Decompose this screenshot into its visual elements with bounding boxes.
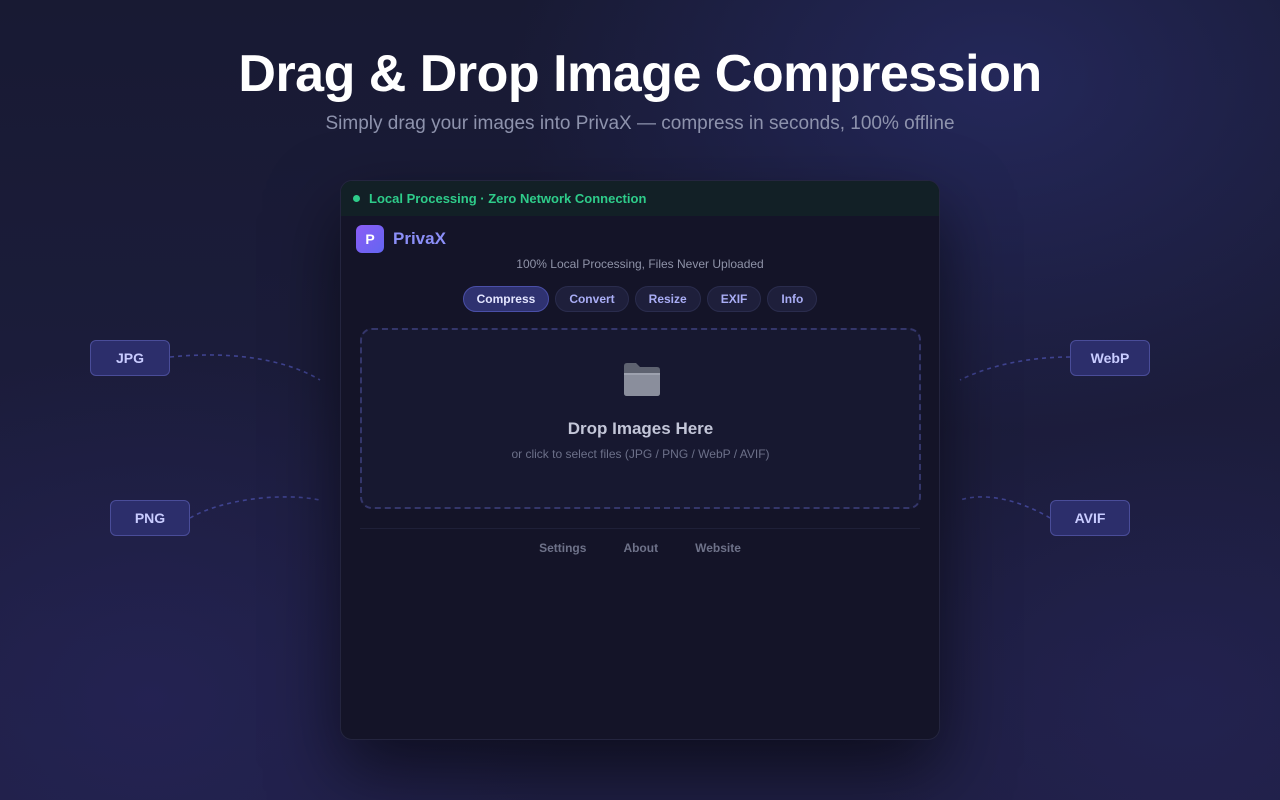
format-tag-avif: AVIF (1050, 500, 1130, 536)
hero-subtitle: Simply drag your images into PrivaX — co… (325, 113, 955, 134)
logo-letter: P (365, 231, 375, 247)
footer-link-settings[interactable]: Settings (539, 541, 586, 555)
tab-convert[interactable]: Convert (555, 286, 629, 312)
connector-png (189, 496, 321, 519)
tab-exif[interactable]: EXIF (706, 286, 762, 312)
status-bar: Local Processing · Zero Network Connecti… (341, 181, 939, 216)
tagline: 100% Local Processing, Files Never Uploa… (516, 257, 764, 271)
format-tag-jpg: JPG (90, 340, 170, 376)
footer-links: Settings About Website (341, 541, 939, 555)
connector-jpg (169, 354, 321, 381)
tab-bar: Compress Convert Resize EXIF Info (341, 286, 939, 312)
footer-divider (360, 528, 920, 529)
hero-title: Drag & Drop Image Compression (238, 45, 1042, 103)
app-logo-icon: P (356, 225, 384, 253)
connector-webp (959, 356, 1071, 381)
status-text: Local Processing · Zero Network Connecti… (369, 191, 647, 206)
drop-hint: or click to select files (JPG / PNG / We… (511, 447, 770, 461)
tab-info[interactable]: Info (767, 286, 818, 312)
format-tag-webp: WebP (1070, 340, 1150, 376)
app-name: PrivaX (393, 229, 446, 248)
folder-icon (624, 363, 660, 396)
tab-resize[interactable]: Resize (634, 286, 701, 312)
brand: P PrivaX (356, 225, 446, 253)
tab-compress[interactable]: Compress (462, 286, 550, 312)
app-window: Local Processing · Zero Network Connecti… (340, 180, 940, 740)
drop-zone[interactable]: Drop Images Here or click to select file… (360, 328, 921, 509)
footer-link-website[interactable]: Website (695, 541, 741, 555)
drop-title: Drop Images Here (567, 419, 714, 438)
status-dot-icon (353, 195, 360, 202)
footer-link-about[interactable]: About (623, 541, 658, 555)
format-tag-png: PNG (110, 500, 190, 536)
connector-avif (959, 496, 1051, 519)
